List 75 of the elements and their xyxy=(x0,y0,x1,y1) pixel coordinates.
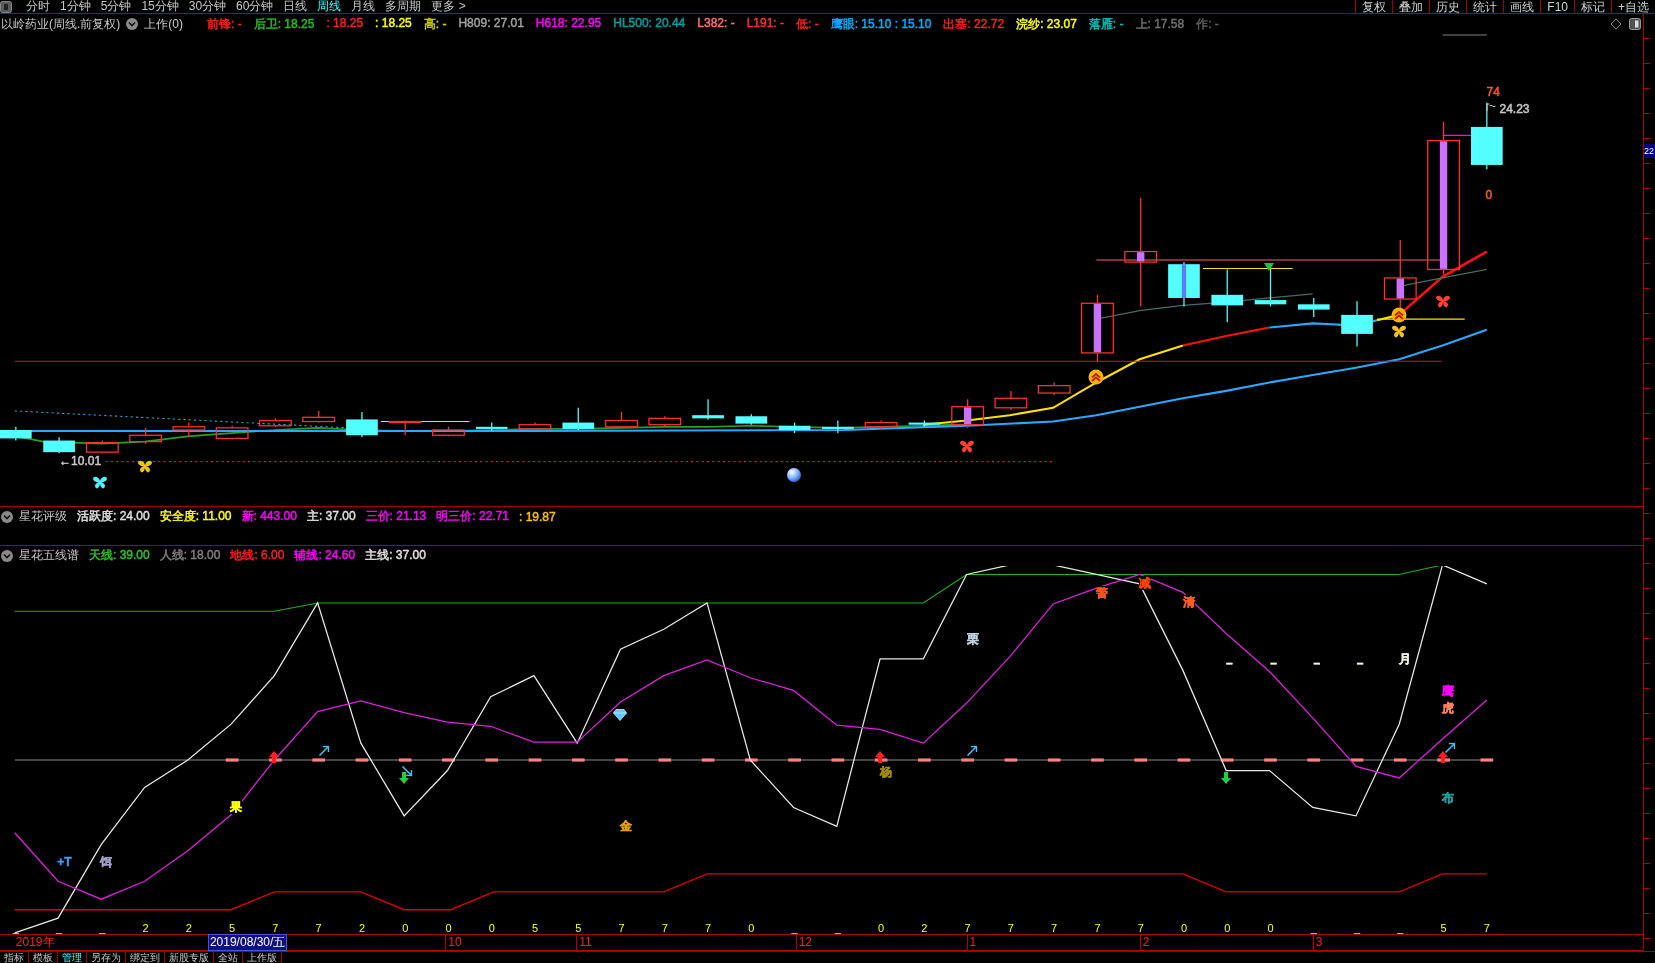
chevron-down-icon[interactable] xyxy=(1,510,13,523)
period-tab[interactable]: 15分钟 xyxy=(141,0,179,13)
indicator-readout: 三价: 21.13 xyxy=(365,508,427,525)
indicator-readout: : 19.87 xyxy=(519,509,556,524)
bottom-tab[interactable]: 指标 xyxy=(0,952,29,963)
indicator-readout: 出塞: 22.72 xyxy=(943,15,1005,33)
bottom-tab[interactable]: 新股专版 xyxy=(165,952,214,963)
indicator-readout: 鹰眼: 15.10 : 15.10 xyxy=(830,15,932,33)
period-tab[interactable]: 30分钟 xyxy=(188,0,227,13)
security-title: 以岭药业(周线.前复权) xyxy=(1,15,121,33)
date-label: 3 xyxy=(1312,935,1323,950)
period-tab[interactable]: 月线 xyxy=(351,0,376,13)
indicator-readout: 高: - xyxy=(423,15,447,33)
indicator-readout: 安全度: 11.00 xyxy=(159,508,232,525)
chevron-down-icon[interactable] xyxy=(126,18,139,30)
price-axis-label: 22 xyxy=(1644,144,1655,158)
date-label: 11 xyxy=(576,935,592,950)
bottom-tab[interactable]: 管理 xyxy=(58,952,87,963)
indicator-readout: 低: - xyxy=(796,15,819,33)
period-tab[interactable]: 多周期 xyxy=(385,0,422,13)
date-label: 2019/08/30/五 xyxy=(208,935,287,950)
toolbar-button[interactable]: F10 xyxy=(1540,0,1574,13)
panel-icon[interactable] xyxy=(1629,18,1641,30)
indicator-readout: 落雁: - xyxy=(1088,15,1124,33)
indicator-readout: L191: - xyxy=(746,15,784,32)
toolbar-button[interactable]: 统计 xyxy=(1466,0,1504,13)
chevron-down-icon[interactable] xyxy=(1,549,13,562)
date-label: 10 xyxy=(445,935,462,950)
window-icon[interactable] xyxy=(0,0,12,13)
toolbar-button[interactable]: 画线 xyxy=(1503,0,1541,13)
panel-title: 星花五线谱 xyxy=(19,547,79,564)
bottom-tab[interactable]: 上作版 xyxy=(243,952,282,963)
indicator-readout: 辅线: 24.60 xyxy=(294,547,356,564)
indicator-readout: 天线: 39.00 xyxy=(89,547,150,564)
indicator-readout: : 18.25 xyxy=(375,15,412,32)
period-tab[interactable]: 60分钟 xyxy=(236,0,274,13)
indicator-readout: 作: - xyxy=(1196,15,1219,33)
period-tab[interactable]: 周线 xyxy=(317,0,342,13)
indicator-readout: 主: 37.00 xyxy=(306,508,356,525)
indicator-readout: 明三价: 22.71 xyxy=(436,508,509,525)
indicator-readout: 新: 443.00 xyxy=(241,508,297,525)
indicator-readout: : 18.25 xyxy=(326,15,364,32)
panel-title: 星花评级 xyxy=(19,508,67,525)
indicator-readout: 活跃度: 24.00 xyxy=(77,508,150,525)
toolbar-button[interactable]: 叠加 xyxy=(1392,0,1430,13)
indicator-readout: 浣纱: 23.07 xyxy=(1016,15,1077,33)
indicator-readout: H809: 27.01 xyxy=(458,15,524,32)
toolbar-button[interactable]: +自选 xyxy=(1611,0,1655,13)
status-label: 上作(0) xyxy=(144,15,183,33)
indicator-readout: 地线: 6.00 xyxy=(230,547,285,564)
date-label: 2 xyxy=(1139,935,1150,950)
toolbar-button[interactable]: 标记 xyxy=(1574,0,1611,13)
period-tab[interactable]: 更多 > xyxy=(431,0,466,13)
indicator-readout: L382: - xyxy=(697,15,735,32)
indicator-readout: H618: 22.95 xyxy=(535,15,602,32)
indicator-readout: 人线: 18.00 xyxy=(159,547,221,564)
date-label: 12 xyxy=(795,935,812,950)
toolbar-button[interactable]: 复权 xyxy=(1355,0,1393,13)
bottom-tab[interactable]: 全站 xyxy=(214,952,243,963)
indicator-readout: 前锋: - xyxy=(207,15,242,33)
toolbar-button[interactable]: 历史 xyxy=(1429,0,1467,13)
period-tab[interactable]: 日线 xyxy=(283,0,308,13)
indicator-readout: 主线: 37.00 xyxy=(365,547,426,564)
bottom-tab[interactable]: 另存为 xyxy=(87,952,126,963)
date-label: 2019年 xyxy=(15,935,55,950)
bottom-tab[interactable]: 模板 xyxy=(29,952,58,963)
indicator-readout: 后卫: 18.25 xyxy=(253,15,315,33)
period-tab[interactable]: 分时 xyxy=(26,0,50,13)
period-tab[interactable]: 1分钟 xyxy=(60,0,91,13)
indicator-readout: 上: 17.58 xyxy=(1135,15,1185,33)
diamond-icon[interactable] xyxy=(1610,18,1622,30)
date-label: 1 xyxy=(966,935,977,950)
indicator-readout: HL500: 20.44 xyxy=(613,15,686,32)
period-tab[interactable]: 5分钟 xyxy=(100,0,132,13)
bottom-tab[interactable]: 绑定到 xyxy=(126,952,165,963)
